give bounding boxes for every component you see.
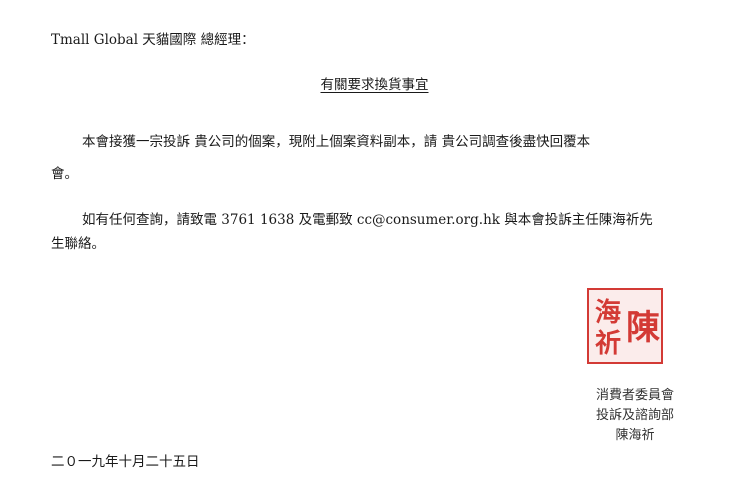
subject-heading: 有關要求換貨事宜: [320, 77, 429, 93]
signature-department: 投訴及諮詢部: [595, 408, 674, 423]
signature-name: 陳海祈: [615, 428, 655, 443]
salutation: Tmall Global 天貓國際 總經理：: [51, 32, 255, 48]
red-seal-stamp: 陳 海 祈: [587, 288, 663, 364]
seal-char-1: 陳: [626, 308, 660, 348]
paragraph-1-line-2: 會。: [51, 166, 78, 182]
body-paragraph-1: 本會接獲一宗投訴 貴公司的個案，現附上個案資料副本，請 貴公司調查後盡快回覆本 …: [51, 130, 696, 194]
seal-char-2: 海: [595, 298, 621, 328]
paragraph-2-line-1: 如有任何查詢，請致電 3761 1638 及電郵致 cc@consumer.or…: [82, 212, 653, 228]
seal-char-3: 祈: [595, 329, 621, 359]
body-paragraph-2: 如有任何查詢，請致電 3761 1638 及電郵致 cc@consumer.or…: [51, 208, 696, 256]
signature-organization: 消費者委員會: [595, 388, 674, 403]
paragraph-1-line-1: 本會接獲一宗投訴 貴公司的個案，現附上個案資料副本，請 貴公司調查後盡快回覆本: [82, 134, 591, 150]
letter-date: 二０一九年十月二十五日: [51, 454, 200, 470]
seal-graphic: 陳 海 祈: [595, 298, 660, 359]
paragraph-2-line-2: 生聯絡。: [51, 236, 105, 252]
